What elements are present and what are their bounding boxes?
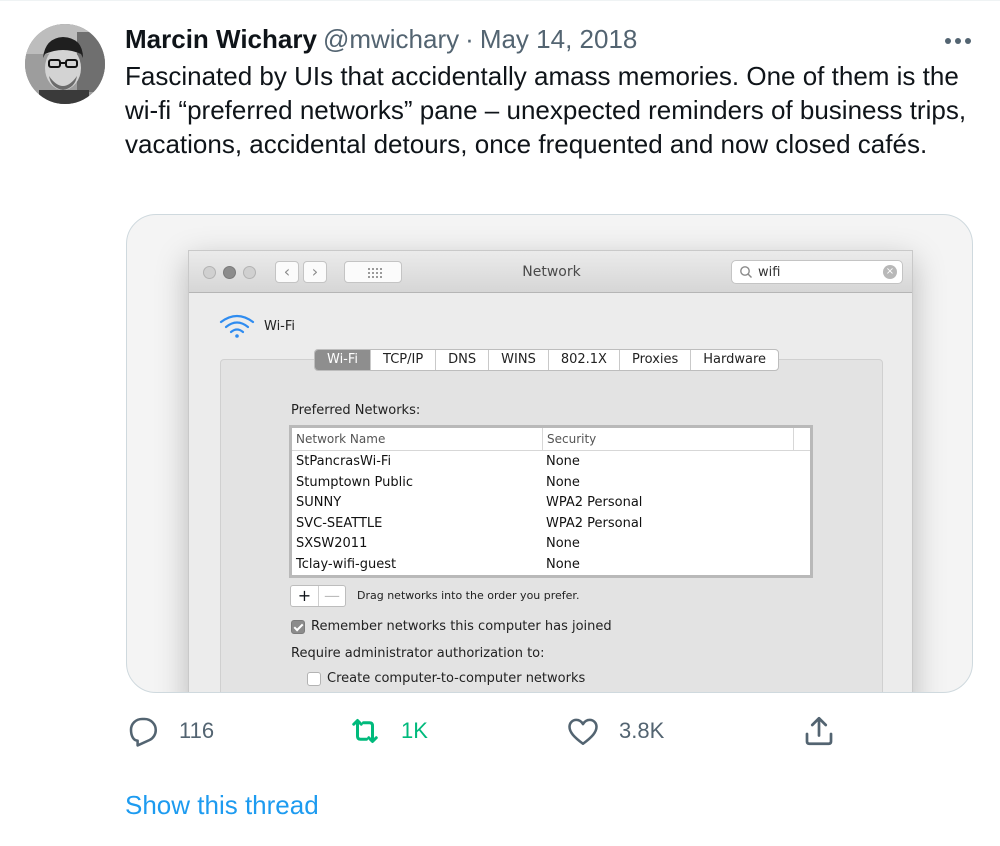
reply-count: 116 xyxy=(179,718,215,743)
tab-proxies: Proxies xyxy=(618,350,690,370)
network-security: None xyxy=(546,474,580,490)
window-titlebar: ‹ › Network wifi × xyxy=(189,251,912,293)
avatar-photo xyxy=(25,24,105,104)
add-remove-network-buttons: + — xyxy=(290,585,346,607)
network-security: None xyxy=(546,556,580,572)
table-row: SVC-SEATTLE WPA2 Personal xyxy=(292,514,810,535)
more-horizontal-icon-dot xyxy=(955,38,961,44)
more-horizontal-icon-dot xyxy=(965,38,971,44)
back-icon: ‹ xyxy=(275,261,299,283)
pane-title: Wi-Fi xyxy=(264,318,296,334)
network-name: SVC-SEATTLE xyxy=(296,515,383,531)
create-networks-label: Create computer-to-computer networks xyxy=(327,671,586,686)
search-icon xyxy=(740,266,752,278)
preferred-networks-table: Network Name Security StPancrasWi-Fi Non… xyxy=(289,425,813,578)
show-thread-link[interactable]: Show this thread xyxy=(125,790,319,821)
heart-icon xyxy=(568,718,598,746)
remember-networks-checkbox xyxy=(291,619,305,634)
reply-button[interactable]: 116 xyxy=(125,706,214,756)
retweet-button[interactable]: 1K xyxy=(347,706,428,756)
network-security: WPA2 Personal xyxy=(546,515,643,531)
tweet-header: Marcin Wichary @mwichary · May 14, 2018 xyxy=(125,24,637,58)
remove-network-button: — xyxy=(317,586,345,606)
remember-networks-option: Remember networks this computer has join… xyxy=(291,619,612,634)
media-card[interactable]: ‹ › Network wifi × Wi-Fi Wi-Fi TCP/IP DN… xyxy=(126,214,973,693)
network-name: SXSW2011 xyxy=(296,536,368,551)
window-zoom-button xyxy=(243,266,256,279)
author-name[interactable]: Marcin Wichary xyxy=(125,24,317,55)
tweet-text: Fascinated by UIs that accidentally amas… xyxy=(125,61,967,159)
tab-dns: DNS xyxy=(435,350,488,370)
drag-hint: Drag networks into the order you prefer. xyxy=(357,589,580,602)
like-count: 3.8K xyxy=(619,718,665,743)
create-networks-option: Create computer-to-computer networks xyxy=(307,671,585,686)
preferred-networks-label: Preferred Networks: xyxy=(291,403,421,418)
column-network-name: Network Name xyxy=(296,432,386,446)
network-preferences-window: ‹ › Network wifi × Wi-Fi Wi-Fi TCP/IP DN… xyxy=(188,250,913,692)
window-title: Network xyxy=(522,264,581,280)
remember-networks-label: Remember networks this computer has join… xyxy=(311,619,612,634)
share-button[interactable] xyxy=(801,706,837,756)
author-handle[interactable]: @mwichary xyxy=(323,24,459,55)
window-minimize-button xyxy=(223,266,236,279)
tab-wifi: Wi-Fi xyxy=(315,350,371,370)
tweet-actions: 116 1K 3.8K xyxy=(0,706,1000,756)
window-search-value: wifi xyxy=(758,265,781,280)
avatar[interactable] xyxy=(25,24,105,104)
network-security: WPA2 Personal xyxy=(546,495,643,510)
require-admin-label: Require administrator authorization to: xyxy=(291,646,545,661)
network-rows: StPancrasWi-Fi None Stumptown Public Non… xyxy=(292,452,810,575)
pane-header: Wi-Fi xyxy=(219,313,295,339)
network-name: SUNNY xyxy=(296,495,342,510)
table-header-divider xyxy=(292,450,810,451)
tab-bar: Wi-Fi TCP/IP DNS WINS 802.1X Proxies Har… xyxy=(314,349,780,371)
tab-802-1x: 802.1X xyxy=(547,350,619,370)
header-separator: · xyxy=(465,24,474,54)
network-security: None xyxy=(546,454,580,469)
network-name: StPancrasWi-Fi xyxy=(296,454,392,469)
reply-icon xyxy=(129,717,158,747)
retweet-icon xyxy=(352,719,378,743)
retweet-count: 1K xyxy=(401,718,428,743)
window-search-field: wifi × xyxy=(731,260,903,284)
table-row: StPancrasWi-Fi None xyxy=(292,452,810,473)
more-options-button[interactable] xyxy=(940,28,976,54)
tweet-date[interactable]: May 14, 2018 xyxy=(480,24,638,55)
window-close-button xyxy=(203,266,216,279)
table-row: SXSW2011 None xyxy=(292,534,810,555)
more-horizontal-icon xyxy=(945,38,951,44)
column-security: Security xyxy=(542,428,794,450)
tab-hardware: Hardware xyxy=(690,350,778,370)
table-row: Stumptown Public None xyxy=(292,473,810,494)
share-icon xyxy=(805,716,833,746)
network-name: Tclay-wifi-guest xyxy=(296,556,397,572)
wifi-icon xyxy=(219,314,255,338)
create-networks-checkbox xyxy=(307,671,321,686)
top-divider xyxy=(0,0,1000,1)
add-network-button: + xyxy=(297,586,312,605)
tab-wins: WINS xyxy=(488,350,548,370)
like-button[interactable]: 3.8K xyxy=(565,706,664,756)
network-name: Stumptown Public xyxy=(296,474,414,490)
table-row: Tclay-wifi-guest None xyxy=(292,555,810,576)
show-all-grid-icon xyxy=(344,261,402,283)
clear-search-icon: × xyxy=(883,265,897,279)
tab-tcp-ip: TCP/IP xyxy=(370,350,435,370)
network-security: None xyxy=(546,536,580,551)
table-row: SUNNY WPA2 Personal xyxy=(292,493,810,514)
forward-icon: › xyxy=(303,261,327,283)
